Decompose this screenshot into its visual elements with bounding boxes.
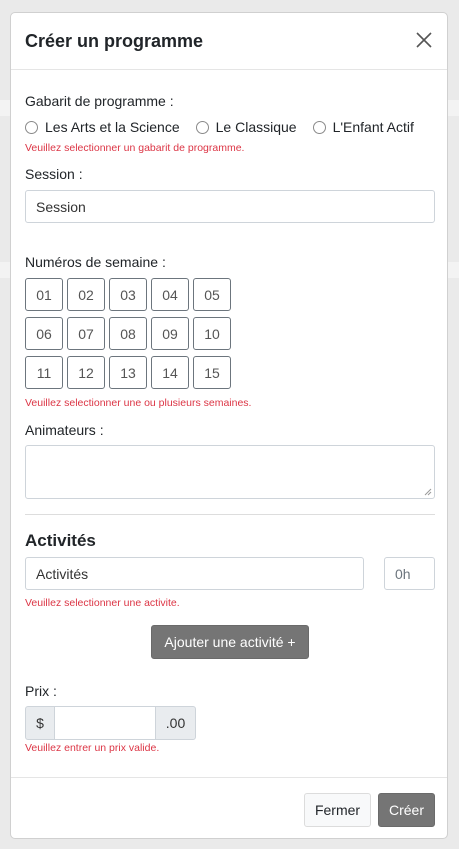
price-error: Veuillez entrer un prix valide.	[25, 742, 160, 754]
week-button-12[interactable]: 12	[67, 356, 105, 389]
radio-label: L'Enfant Actif	[332, 119, 414, 135]
section-divider	[25, 514, 435, 515]
radio-label: Le Classique	[215, 119, 297, 135]
animators-label: Animateurs :	[25, 422, 104, 438]
week-button-04[interactable]: 04	[151, 278, 189, 311]
add-activity-button[interactable]: Ajouter une activité +	[151, 625, 309, 659]
week-button-13[interactable]: 13	[109, 356, 147, 389]
activity-hours-input[interactable]: 0h	[384, 557, 435, 590]
activity-select-value: Activités	[36, 565, 89, 582]
template-option-classique[interactable]: Le Classique	[195, 119, 297, 135]
week-button-10[interactable]: 10	[193, 317, 231, 350]
radio-label: Les Arts et la Science	[45, 119, 180, 135]
week-button-03[interactable]: 03	[109, 278, 147, 311]
footer-divider	[11, 777, 447, 778]
week-button-08[interactable]: 08	[109, 317, 147, 350]
template-label: Gabarit de programme :	[25, 93, 174, 109]
resize-grip-icon[interactable]	[424, 488, 432, 496]
radio-circle[interactable]	[25, 120, 38, 134]
activities-title: Activités	[25, 531, 96, 550]
week-button-14[interactable]: 14	[151, 356, 189, 389]
price-label: Prix :	[25, 683, 57, 699]
price-input-group: $ .00	[25, 706, 196, 740]
template-error: Veuillez selectionner un gabarit de prog…	[25, 142, 245, 154]
session-value: Session	[36, 198, 86, 215]
session-label: Session :	[25, 166, 83, 182]
close-button[interactable]: Fermer	[304, 793, 371, 827]
price-suffix: .00	[155, 706, 196, 740]
week-button-06[interactable]: 06	[25, 317, 63, 350]
activity-hours-placeholder: 0h	[395, 565, 411, 582]
close-icon[interactable]	[415, 31, 435, 51]
price-input[interactable]	[55, 706, 155, 740]
weeks-label: Numéros de semaine :	[25, 254, 166, 270]
week-button-05[interactable]: 05	[193, 278, 231, 311]
activity-select[interactable]: Activités	[25, 557, 364, 590]
radio-circle[interactable]	[312, 120, 326, 134]
price-prefix: $	[25, 706, 55, 740]
template-radio-group: Les Arts et la Science Le Classique L'En…	[25, 119, 430, 135]
activity-error: Veuillez selectionner une activite.	[25, 597, 180, 609]
week-button-11[interactable]: 11	[25, 356, 63, 389]
modal-header: Créer un programme	[11, 13, 447, 70]
week-button-15[interactable]: 15	[193, 356, 231, 389]
create-button[interactable]: Créer	[378, 793, 435, 827]
week-button-09[interactable]: 09	[151, 317, 189, 350]
template-option-arts-science[interactable]: Les Arts et la Science	[25, 119, 180, 135]
session-input[interactable]: Session	[25, 190, 435, 223]
animators-textarea[interactable]	[25, 445, 435, 499]
template-option-enfant-actif[interactable]: L'Enfant Actif	[312, 119, 414, 135]
modal-title: Créer un programme	[25, 31, 204, 51]
create-program-modal: Créer un programme Gabarit de programme …	[10, 12, 448, 839]
weeks-error: Veuillez selectionner une ou plusieurs s…	[25, 397, 252, 409]
radio-circle[interactable]	[195, 120, 209, 134]
week-button-07[interactable]: 07	[67, 317, 105, 350]
week-button-02[interactable]: 02	[67, 278, 105, 311]
week-button-01[interactable]: 01	[25, 278, 63, 311]
